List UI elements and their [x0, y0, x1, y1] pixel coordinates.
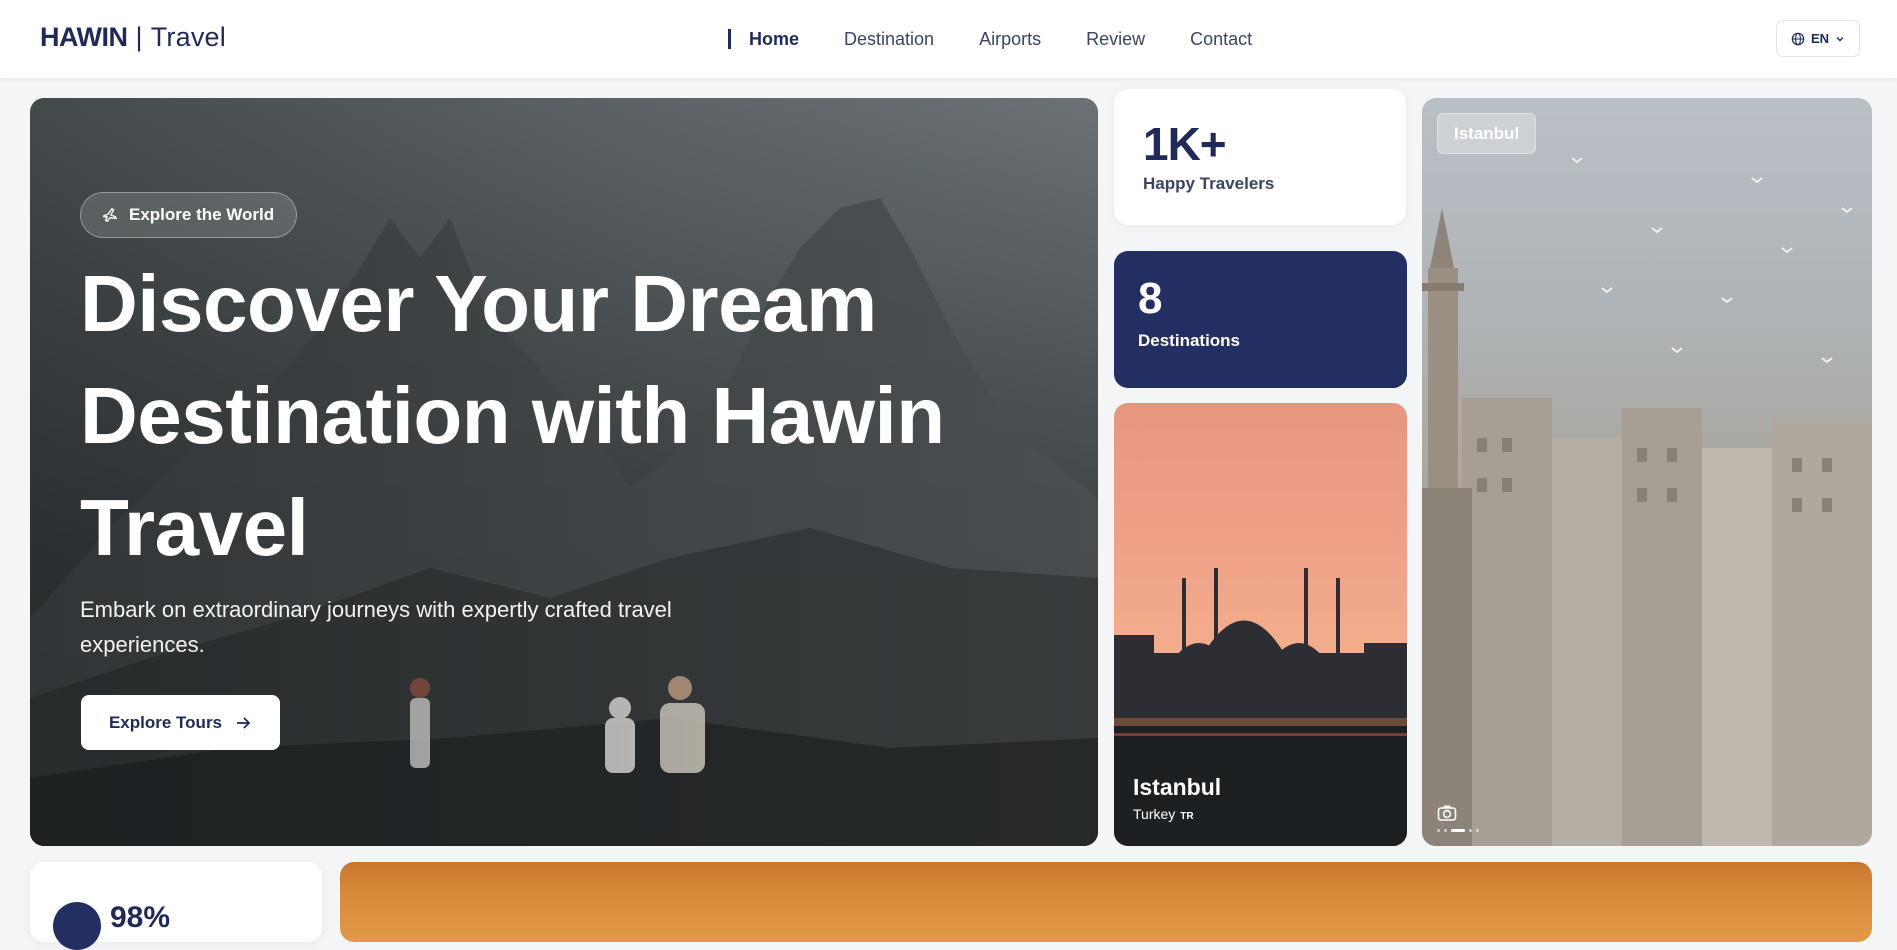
desert-banner-image [340, 862, 1872, 942]
destinations-card: 8 Destinations [1114, 251, 1407, 388]
slide-indicator [1437, 829, 1479, 832]
arrow-right-icon [237, 716, 251, 729]
slide-dot-active[interactable] [1451, 829, 1465, 832]
nav-active-indicator [728, 29, 731, 49]
destination-country: Turkey TR [1133, 806, 1194, 822]
nav-item-home[interactable]: Home [749, 26, 799, 52]
language-selector[interactable]: EN [1776, 20, 1860, 57]
explore-tours-button[interactable]: Explore Tours [81, 695, 280, 750]
camera-icon[interactable] [1437, 804, 1457, 822]
main-nav: Home Destination Airports Review Contact [728, 26, 1297, 52]
satisfaction-icon-circle [53, 902, 101, 950]
satisfaction-percent: 98% [110, 901, 171, 934]
slide-dot[interactable] [1469, 829, 1472, 832]
cta-label: Explore Tours [108, 712, 223, 732]
slide-dot[interactable] [1437, 829, 1440, 832]
explore-world-chip: Explore the World [80, 192, 298, 238]
logo-subtitle: Travel [150, 22, 226, 52]
travelers-count: 1K+ [1143, 118, 1227, 170]
site-logo[interactable]: HAWIN | Travel [40, 22, 226, 53]
globe-icon [1791, 32, 1805, 45]
slide-dot[interactable] [1476, 829, 1479, 832]
feature-card-istanbul[interactable]: Istanbul [1422, 98, 1872, 846]
logo-brand: HAWIN [40, 22, 128, 52]
satisfaction-card: 98% [30, 862, 322, 950]
destination-name: Istanbul [1133, 774, 1222, 800]
nav-item-destination[interactable]: Destination [844, 26, 934, 52]
feature-card-tag: Istanbul [1437, 113, 1537, 154]
chevron-down-icon [1836, 36, 1844, 41]
destinations-count: 8 [1138, 274, 1163, 323]
chip-label: Explore the World [129, 205, 275, 224]
galata-tower-image [1422, 157, 1872, 846]
country-name: Turkey [1133, 806, 1176, 822]
happy-travelers-card: 1K+ Happy Travelers [1114, 89, 1406, 225]
hero-banner: Explore the World Discover Your Dream De… [30, 98, 1098, 846]
hero-title: Discover Your Dream Destination with Haw… [80, 259, 945, 572]
destination-card-istanbul[interactable]: Istanbul Turkey TR [1114, 403, 1407, 846]
language-code: EN [1810, 31, 1830, 46]
plane-icon [103, 208, 117, 222]
nav-item-review[interactable]: Review [1086, 26, 1145, 52]
destinations-label: Destinations [1138, 331, 1241, 350]
logo-separator: | [135, 22, 143, 52]
country-code: TR [1180, 811, 1194, 822]
site-header: HAWIN | Travel Home Destination Airports… [0, 0, 1897, 78]
nav-item-contact[interactable]: Contact [1190, 26, 1252, 52]
travelers-label: Happy Travelers [1143, 174, 1275, 193]
slide-dot[interactable] [1444, 829, 1447, 832]
nav-item-airports[interactable]: Airports [979, 26, 1041, 52]
hero-lead: Embark on extraordinary journeys with ex… [80, 597, 672, 657]
